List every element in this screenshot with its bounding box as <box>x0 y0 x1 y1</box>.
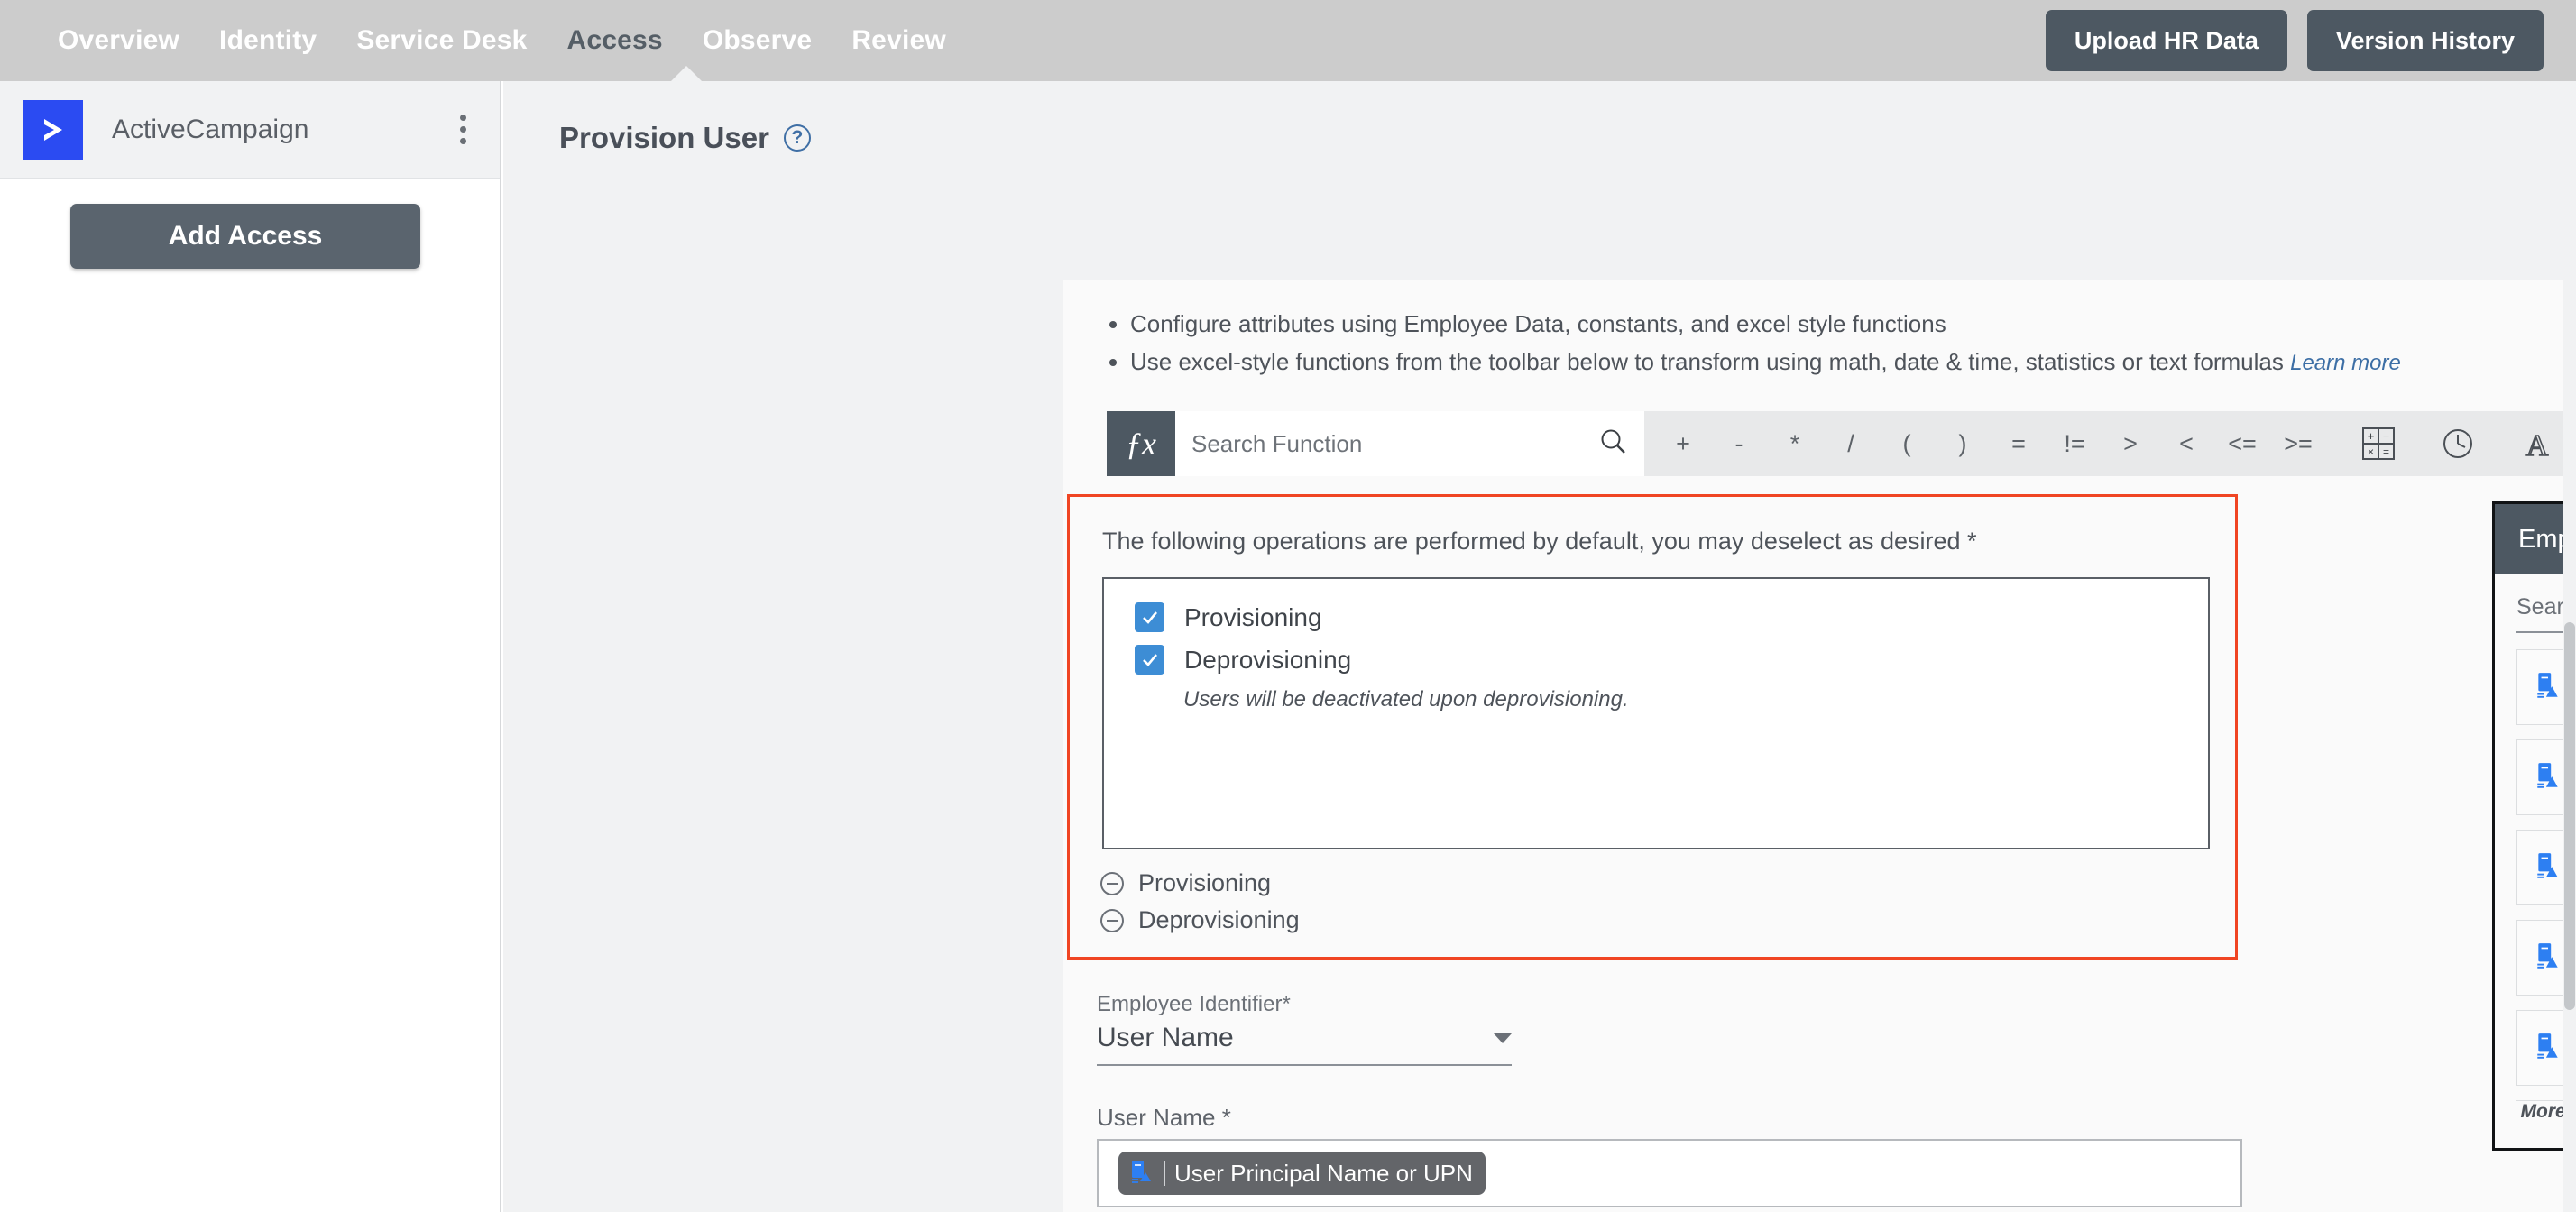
operator-button-2[interactable]: * <box>1767 411 1823 476</box>
operator-button-10[interactable]: <= <box>2214 411 2270 476</box>
topbar-actions: Upload HR Data Version History <box>2045 0 2544 81</box>
provision-form: Employee Identifier* User Name User Name… <box>1097 992 2242 1212</box>
operations-instruction-label: The following operations are performed b… <box>1102 528 1977 555</box>
employee-identifier-select[interactable]: User Name <box>1097 1023 1512 1066</box>
provisioning-checkbox[interactable] <box>1135 602 1164 632</box>
employee-identifier-label: Employee Identifier* <box>1097 992 1291 1016</box>
nav-item-observe[interactable]: Observe <box>683 25 832 56</box>
bullet-text-1: Configure attributes using Employee Data… <box>1130 310 1946 337</box>
operator-button-3[interactable]: / <box>1823 411 1879 476</box>
upload-hr-data-button[interactable]: Upload HR Data <box>2045 10 2287 71</box>
employee-identifier-value: User Name <box>1097 1023 1234 1052</box>
page-scroll-thumb[interactable] <box>2564 622 2575 1010</box>
function-search-box <box>1175 411 1644 477</box>
operation-link-label: Deprovisioning <box>1138 906 1300 933</box>
provisioning-checkbox-label: Provisioning <box>1184 602 1322 631</box>
user-name-token[interactable]: User Principal Name or UPN <box>1118 1152 1486 1195</box>
default-operations-section: The following operations are performed b… <box>1067 494 2238 960</box>
user-name-token-label: User Principal Name or UPN <box>1174 1159 1473 1187</box>
operator-button-8[interactable]: > <box>2102 411 2158 476</box>
svg-text:−: − <box>2383 429 2390 443</box>
nav-item-access[interactable]: Access <box>547 25 683 56</box>
source-field-icon <box>2534 1032 2562 1065</box>
application-name: ActiveCampaign <box>112 114 309 144</box>
function-toolbar: ƒx +-*/()=!=><<=>= + <box>1107 411 2576 477</box>
token-separator <box>1164 1161 1165 1186</box>
source-field-icon <box>2534 851 2562 885</box>
help-icon[interactable]: ? <box>783 124 811 152</box>
page-title: Provision User <box>559 121 769 154</box>
operator-button-6[interactable]: = <box>1991 411 2047 476</box>
operator-button-9[interactable]: < <box>2158 411 2214 476</box>
source-field-icon <box>2534 671 2562 704</box>
application-menu-icon[interactable] <box>449 115 476 144</box>
operator-list: + - * /() = != > < <= >= <box>1644 411 2326 476</box>
svg-text:A: A <box>2526 429 2549 462</box>
top-navigation-bar: Overview Identity Service Desk Access Observ… <box>0 0 2576 81</box>
nav-item-service-desk[interactable]: Service Desk <box>336 25 547 56</box>
deprovisioning-checkbox-label: Deprovisioning <box>1184 645 1352 674</box>
nav-item-overview[interactable]: Overview <box>38 25 199 56</box>
date-time-icon[interactable] <box>2418 411 2498 476</box>
svg-text:×: × <box>2368 445 2374 458</box>
nav-item-review[interactable]: Review <box>832 25 966 56</box>
source-field-icon <box>1127 1158 1155 1189</box>
math-functions-icon[interactable]: + − × = <box>2339 411 2418 476</box>
svg-text:=: = <box>2383 445 2389 458</box>
source-field-icon <box>2534 761 2562 794</box>
list-item: Configure attributes using Employee Data… <box>1130 306 2576 344</box>
operation-link-label: Provisioning <box>1138 869 1272 896</box>
source-field-icon <box>2534 941 2562 975</box>
operator-button-5[interactable]: ) <box>1935 411 1991 476</box>
nav-item-list: Overview Identity Service Desk Access Observ… <box>0 25 966 56</box>
add-access-wrapper: Add Access <box>0 179 500 269</box>
toolbar-icon-group: + − × = A <box>2339 411 2576 476</box>
operator-button-4[interactable]: ( <box>1879 411 1935 476</box>
checkbox-row-deprovisioning[interactable]: Deprovisioning <box>1135 645 2208 675</box>
version-history-button[interactable]: Version History <box>2306 10 2544 71</box>
nav-item-identity[interactable]: Identity <box>199 25 336 56</box>
main-content-area: Provision User ? Configure attributes us… <box>503 81 2576 1212</box>
operator-button-1[interactable]: - <box>1711 411 1767 476</box>
add-access-button[interactable]: Add Access <box>70 204 420 269</box>
svg-text:+: + <box>2368 429 2375 443</box>
active-tab-arrow-indicator <box>671 66 702 81</box>
bullet-text-2: Use excel-style functions from the toolb… <box>1130 347 2284 375</box>
page-scrollbar[interactable] <box>2563 81 2576 1212</box>
search-icon[interactable] <box>1597 427 1628 462</box>
minus-circle-icon <box>1100 908 1124 932</box>
minus-circle-icon <box>1100 871 1124 895</box>
application-card[interactable]: ActiveCampaign <box>0 81 500 179</box>
fx-icon[interactable]: ƒx <box>1107 411 1175 477</box>
operations-link-list: Provisioning Deprovisioning <box>1070 849 2235 934</box>
page-title-row: Provision User ? <box>503 81 2576 155</box>
deprovisioning-checkbox[interactable] <box>1135 645 1164 675</box>
operation-link-provisioning[interactable]: Provisioning <box>1100 869 2235 897</box>
operator-button-11[interactable]: >= <box>2270 411 2326 476</box>
checkbox-row-provisioning[interactable]: Provisioning <box>1135 602 2208 632</box>
chevron-down-icon[interactable] <box>1494 1033 1512 1043</box>
activecampaign-logo-icon <box>23 99 83 160</box>
operator-button-0[interactable]: + <box>1655 411 1711 476</box>
left-sidebar: ActiveCampaign Add Access <box>0 81 501 1212</box>
instruction-bullet-list: Configure attributes using Employee Data… <box>1063 280 2576 381</box>
operation-link-deprovisioning[interactable]: Deprovisioning <box>1100 906 2235 934</box>
operator-button-7[interactable]: != <box>2047 411 2102 476</box>
user-name-input[interactable]: User Principal Name or UPN <box>1097 1139 2242 1207</box>
operations-checkbox-box: Provisioning Deprovisioning Users will b… <box>1102 577 2210 849</box>
search-function-input[interactable] <box>1191 429 1597 458</box>
user-name-label: User Name * <box>1097 1104 1231 1131</box>
list-item: Use excel-style functions from the toolb… <box>1130 344 2576 381</box>
deprovisioning-note: Users will be deactivated upon deprovisi… <box>1183 687 1629 712</box>
learn-more-link[interactable]: Learn more <box>2290 351 2401 375</box>
